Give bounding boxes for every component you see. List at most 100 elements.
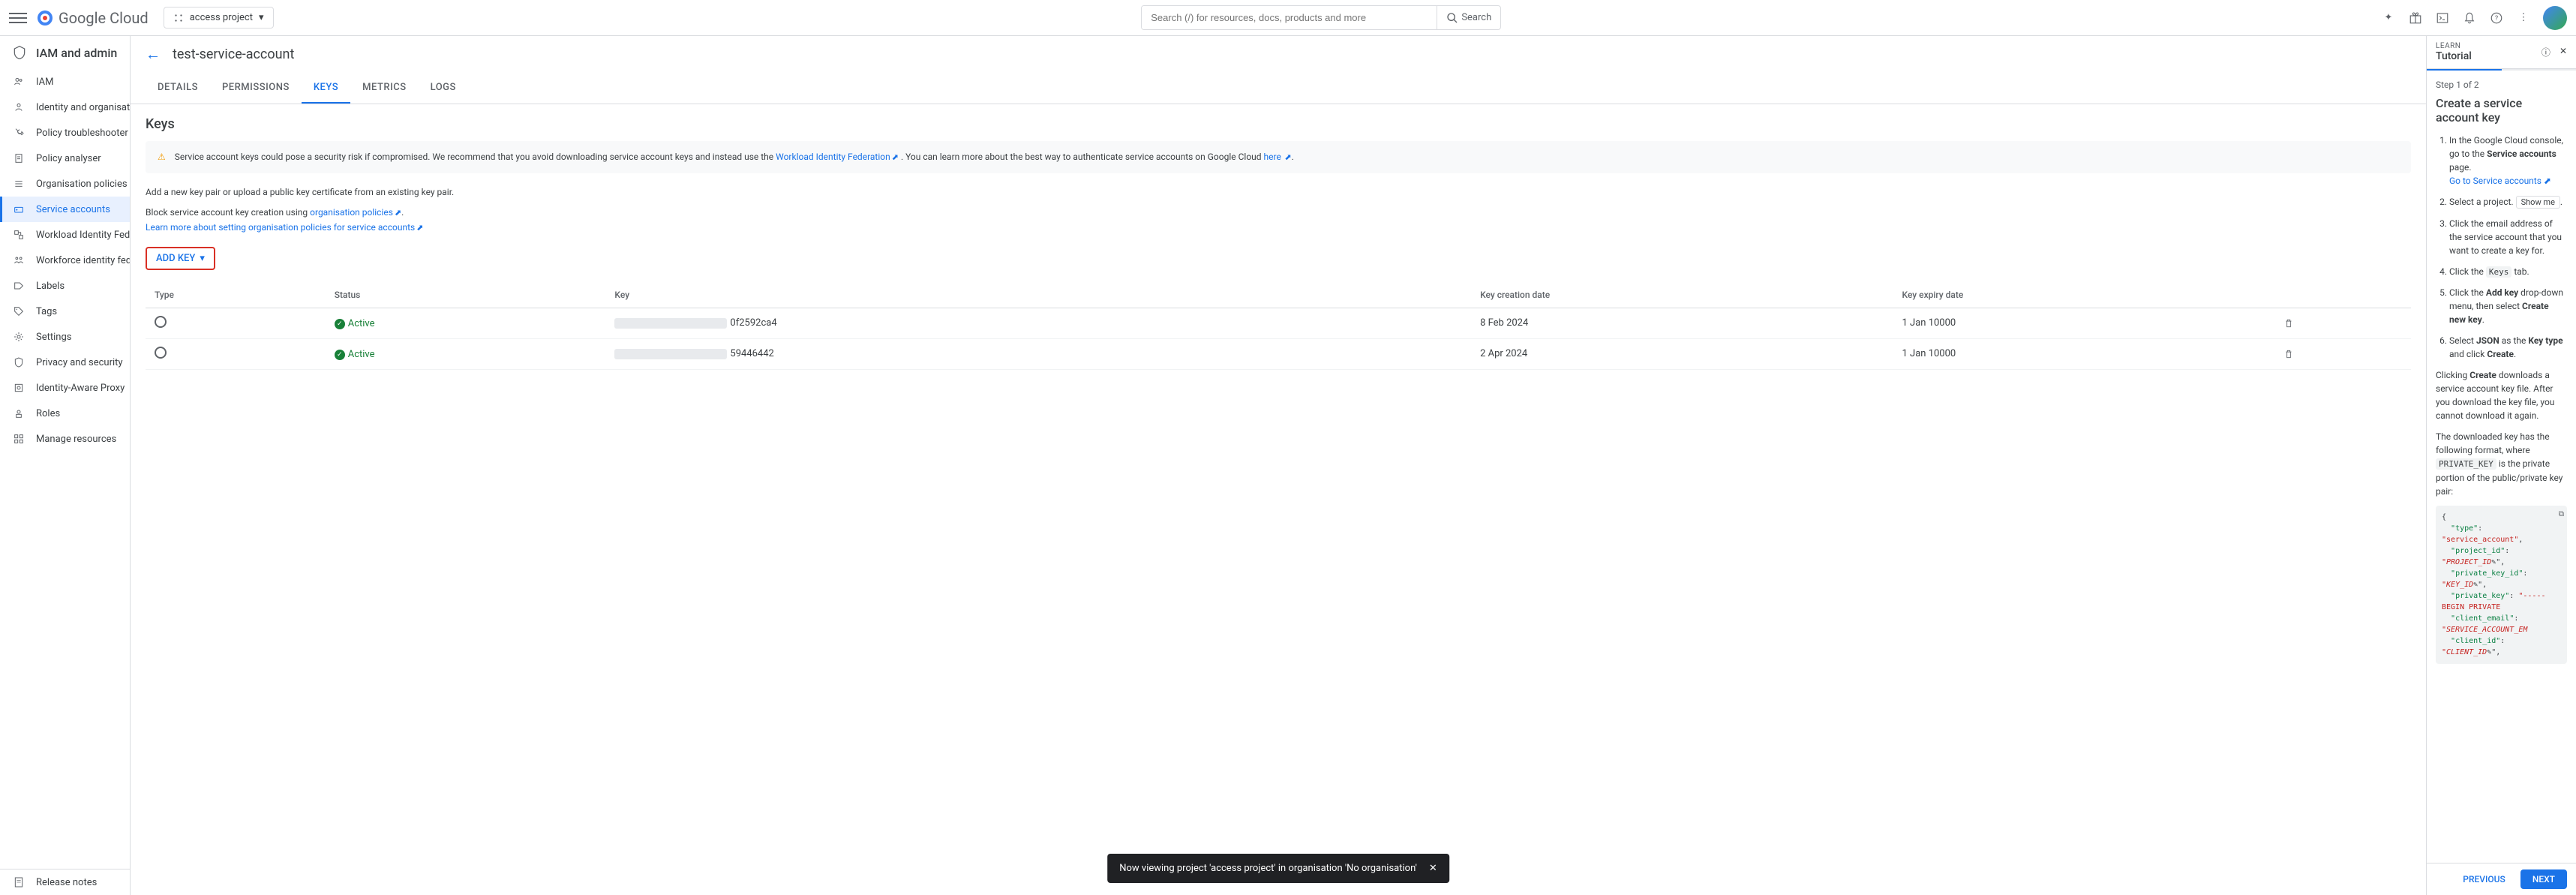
sidebar-item-privacy-and-security[interactable]: Privacy and security	[0, 350, 130, 375]
sidebar-item-service-accounts[interactable]: Service accounts	[0, 197, 130, 222]
sidebar-item-policy-troubleshooter[interactable]: Policy troubleshooter	[0, 120, 130, 146]
project-name: access project	[190, 12, 253, 23]
code-block: ⧉ { "type": "service_account", "project_…	[2436, 506, 2567, 664]
sidebar-item-policy-analyser[interactable]: Policy analyser	[0, 146, 130, 171]
tab-logs[interactable]: LOGS	[419, 73, 468, 104]
chevron-down-icon: ▾	[200, 253, 205, 264]
go-to-service-accounts-link[interactable]: Go to Service accounts ⬈	[2449, 176, 2551, 186]
doc-icon	[12, 152, 26, 165]
next-button[interactable]: NEXT	[2520, 869, 2567, 889]
help-icon[interactable]: ?	[2489, 11, 2504, 26]
svg-text:?: ?	[2495, 15, 2498, 23]
tab-details[interactable]: DETAILS	[146, 73, 210, 104]
tab-permissions[interactable]: PERMISSIONS	[210, 73, 302, 104]
gemini-icon[interactable]: ✦	[2381, 11, 2396, 26]
toast-close-icon[interactable]: ✕	[1429, 863, 1437, 874]
tags-icon	[12, 305, 26, 318]
show-me-button[interactable]: Show me	[2516, 196, 2560, 209]
label-icon	[12, 279, 26, 293]
hamburger-menu-icon[interactable]	[9, 9, 27, 27]
shield-icon	[12, 356, 26, 369]
search-box: Search	[1141, 5, 1501, 30]
table-header: Type	[146, 282, 326, 308]
sidebar-item-release-notes[interactable]: Release notes	[0, 869, 130, 895]
tutorial-label: LEARN	[2436, 42, 2472, 50]
key-type-icon	[155, 347, 167, 359]
previous-button[interactable]: PREVIOUS	[2454, 869, 2514, 889]
helper-text: Block service account key creation using…	[146, 206, 2411, 234]
back-arrow-icon[interactable]: ←	[146, 45, 161, 64]
table-header	[2274, 282, 2412, 308]
gift-icon[interactable]	[2408, 11, 2423, 26]
sidebar-item-label: Manage resources	[36, 434, 116, 445]
learn-more-here-link[interactable]: here ⬈	[1264, 152, 1292, 162]
copy-icon[interactable]: ⧉	[2559, 509, 2564, 520]
search-button[interactable]: Search	[1437, 6, 1500, 29]
search-input[interactable]	[1142, 6, 1437, 29]
external-link-icon: ⬈	[2544, 176, 2551, 186]
sidebar-item-label: Identity and organisation	[36, 102, 130, 113]
add-key-button[interactable]: ADD KEY ▾	[146, 247, 215, 270]
delete-key-icon[interactable]	[2283, 349, 2403, 359]
gear-icon	[12, 330, 26, 344]
logo[interactable]: Google Cloud	[36, 9, 149, 27]
sidebar-item-identity-and-organisation[interactable]: Identity and organisation	[0, 95, 130, 120]
search-icon	[1446, 12, 1458, 24]
external-link-icon: ⬈	[395, 208, 401, 218]
iap-icon	[12, 381, 26, 395]
identity-icon	[12, 101, 26, 114]
delete-key-icon[interactable]	[2283, 318, 2403, 329]
notifications-icon[interactable]	[2462, 11, 2477, 26]
sidebar-item-identity-aware-proxy[interactable]: Identity-Aware Proxy	[0, 375, 130, 401]
info-icon[interactable]: ⓘ	[2541, 46, 2550, 59]
sidebar-item-label: Privacy and security	[36, 357, 123, 368]
tutorial-paragraph: The downloaded key has the following for…	[2436, 430, 2567, 498]
wrench-icon	[12, 126, 26, 140]
sidebar-item-label: Workload Identity Federa...	[36, 230, 130, 241]
tab-bar: DETAILSPERMISSIONSKEYSMETRICSLOGS	[131, 73, 2426, 104]
sidebar-item-manage-resources[interactable]: Manage resources	[0, 426, 130, 452]
project-icon	[173, 13, 184, 23]
learn-more-org-policies-link[interactable]: Learn more about setting organisation po…	[146, 222, 423, 233]
user-avatar[interactable]	[2543, 6, 2567, 30]
roles-icon	[12, 407, 26, 420]
sidebar-item-label: Organisation policies	[36, 179, 128, 190]
sidebar-item-settings[interactable]: Settings	[0, 324, 130, 350]
tutorial-panel: LEARN Tutorial ⓘ ✕ Step 1 of 2 Create a …	[2426, 36, 2576, 895]
section-title: Keys	[146, 116, 2411, 132]
main-content: ← test-service-account DETAILSPERMISSION…	[131, 36, 2426, 895]
app-header: Google Cloud access project ▾ Search ✦ ?…	[0, 0, 2576, 36]
google-cloud-logo-icon	[36, 9, 54, 27]
step-counter: Step 1 of 2	[2436, 80, 2567, 90]
table-header: Key creation date	[1471, 282, 1893, 308]
key-expires: 1 Jan 10000	[1893, 308, 2274, 338]
tab-keys[interactable]: KEYS	[302, 73, 350, 104]
sidebar-item-roles[interactable]: Roles	[0, 401, 130, 426]
cloud-shell-icon[interactable]	[2435, 11, 2450, 26]
workforce-icon	[12, 254, 26, 267]
sidebar-item-labels[interactable]: Labels	[0, 273, 130, 299]
sidebar-item-iam[interactable]: IAM	[0, 69, 130, 95]
sidebar-item-workforce-identity-federat-[interactable]: Workforce identity federat...	[0, 248, 130, 273]
tutorial-heading: Create a service account key	[2436, 96, 2567, 125]
workload-identity-link[interactable]: Workload Identity Federation⬈	[776, 152, 899, 162]
sidebar-item-workload-identity-federa-[interactable]: Workload Identity Federa...	[0, 222, 130, 248]
iam-admin-icon	[12, 45, 27, 60]
table-header: Status	[326, 282, 606, 308]
sidebar-item-label: IAM	[36, 77, 53, 88]
sidebar-item-label: Labels	[36, 281, 65, 292]
org-policies-link[interactable]: organisation policies⬈	[310, 207, 401, 218]
status-badge: ✓Active	[335, 318, 375, 329]
sidebar-item-label: Policy troubleshooter	[36, 128, 128, 139]
tab-metrics[interactable]: METRICS	[350, 73, 418, 104]
sidebar-item-organisation-policies[interactable]: Organisation policies	[0, 171, 130, 197]
key-created: 8 Feb 2024	[1471, 308, 1893, 338]
close-icon[interactable]: ✕	[2559, 46, 2567, 59]
more-icon[interactable]: ⋮	[2516, 11, 2531, 26]
sidebar-item-label: Identity-Aware Proxy	[36, 383, 125, 394]
project-picker[interactable]: access project ▾	[164, 7, 274, 29]
logo-text: Google Cloud	[59, 9, 149, 27]
sidebar-item-label: Policy analyser	[36, 153, 101, 164]
sidebar-item-label: Tags	[36, 306, 57, 317]
sidebar-item-tags[interactable]: Tags	[0, 299, 130, 324]
